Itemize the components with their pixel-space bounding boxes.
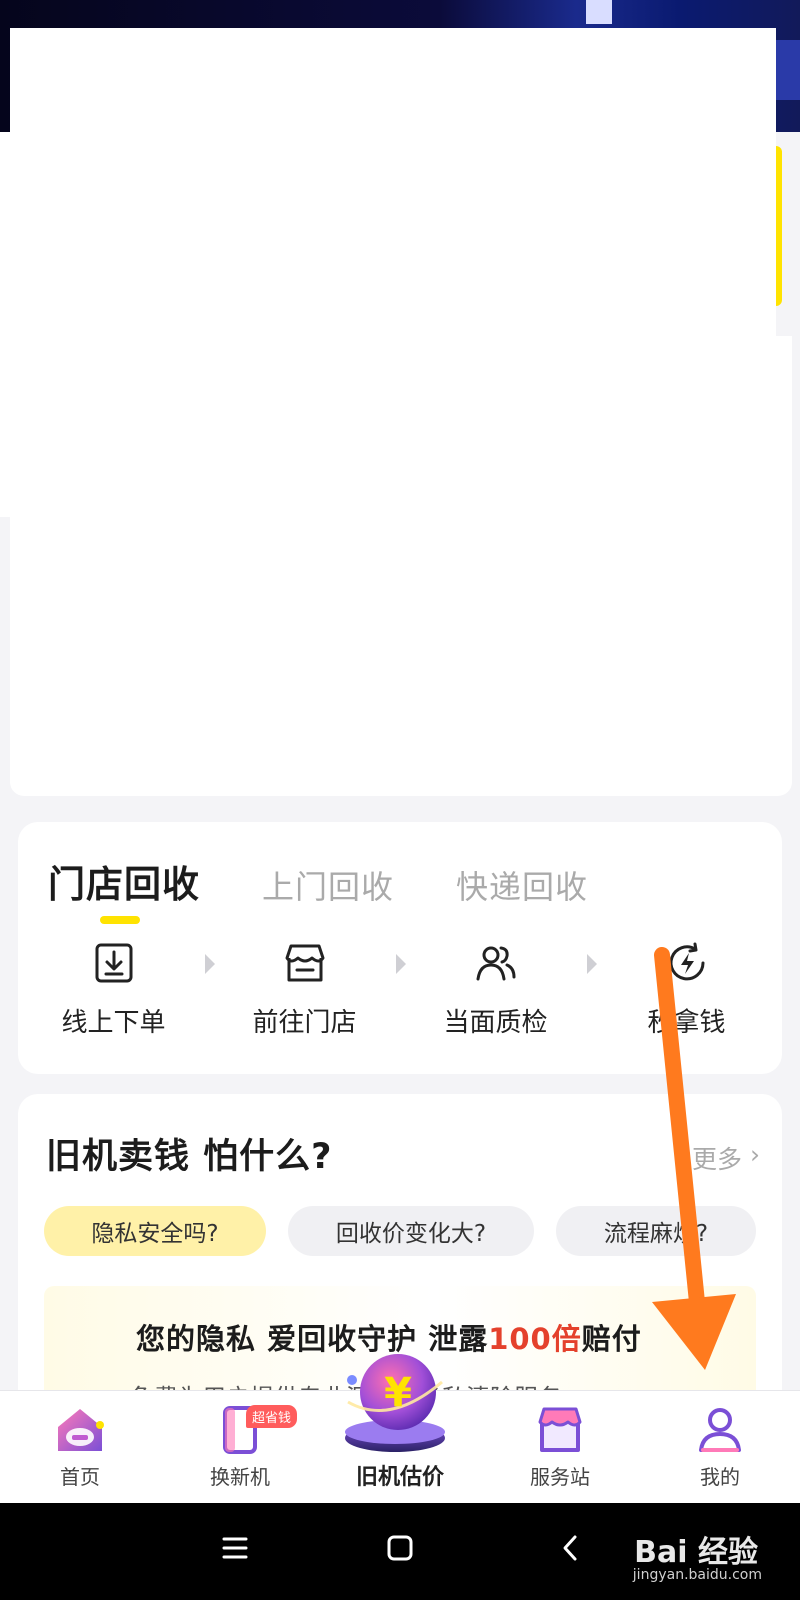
faq-more-link[interactable]: 更多	[692, 1140, 742, 1176]
watermark-brand: Bai 经验	[634, 1535, 758, 1570]
faq-chip-price[interactable]: 回收价变化大?	[288, 1206, 534, 1256]
step-label: 线上下单	[61, 1008, 166, 1038]
content-panel	[0, 132, 30, 517]
step-go-to-store: 前往门店	[209, 940, 406, 1039]
chip-label: 隐私安全吗?	[91, 1221, 219, 1247]
chip-label: 回收价变化大?	[335, 1221, 487, 1247]
store-icon	[530, 1403, 590, 1455]
people-icon	[473, 940, 519, 986]
yellow-edge-accent	[776, 146, 782, 306]
nav-label: 换新机	[210, 1465, 270, 1489]
banner-highlight	[586, 0, 612, 24]
nav-item-home[interactable]: 首页	[10, 1391, 150, 1490]
content-panel	[10, 336, 792, 796]
nav-badge: 超省钱	[246, 1405, 298, 1428]
nav-label: 我的	[700, 1465, 740, 1489]
menu-icon[interactable]	[222, 1533, 248, 1567]
tab-active-indicator	[100, 916, 140, 924]
download-icon	[91, 940, 137, 986]
recycle-tabs: 门店回收 上门回收 快递回收	[48, 854, 650, 924]
content-panel	[10, 28, 776, 338]
faq-title: 旧机卖钱 怕什么?	[46, 1137, 333, 1177]
phone-icon: 超省钱	[210, 1403, 298, 1455]
step-label: 当面质检	[443, 1008, 548, 1038]
lightning-icon	[664, 940, 710, 986]
watermark-domain: jingyan.baidu.com	[632, 1567, 762, 1583]
step-inspection: 当面质检	[400, 940, 597, 1039]
tab-label: 上门回收	[262, 868, 395, 906]
step-online-order: 线上下单	[18, 940, 215, 1039]
chip-label: 流程麻烦?	[603, 1221, 709, 1247]
chevron-right-icon[interactable]: ›	[750, 1140, 760, 1169]
nav-item-mine[interactable]: 我的	[650, 1391, 790, 1490]
nav-label: 服务站	[530, 1465, 590, 1489]
tab-store-recycle[interactable]: 门店回收	[48, 854, 200, 924]
svg-text:¥: ¥	[384, 1370, 412, 1416]
store-icon	[282, 940, 328, 986]
faq-chip-process[interactable]: 流程麻烦?	[556, 1206, 756, 1256]
step-instant-cash: 秒拿钱	[591, 940, 782, 1039]
system-nav-bar: Bai 经验 jingyan.baidu.com	[0, 1503, 800, 1600]
tab-home-pickup[interactable]: 上门回收	[262, 862, 394, 908]
home-button-icon[interactable]	[386, 1533, 414, 1567]
tab-label: 快递回收	[456, 868, 589, 906]
tab-express-recycle[interactable]: 快递回收	[456, 862, 588, 908]
home-icon	[50, 1403, 110, 1455]
tab-label: 门店回收	[48, 863, 200, 906]
nav-label: 首页	[60, 1465, 100, 1489]
nav-item-new-phone[interactable]: 超省钱 换新机	[170, 1391, 310, 1490]
back-icon[interactable]	[560, 1533, 580, 1567]
user-icon	[690, 1403, 750, 1455]
recycle-steps: 线上下单 前往门店 当面质检 秒拿钱	[18, 940, 782, 1039]
recycle-method-card: 门店回收 上门回收 快递回收 线上下单 前往门店 当面质检 秒拿钱	[18, 822, 782, 1074]
nav-label: 旧机估价	[355, 1465, 444, 1490]
yuan-coin-icon[interactable]: ¥	[330, 1340, 460, 1460]
promo-title-highlight: 100倍	[488, 1322, 582, 1356]
step-label: 秒拿钱	[647, 1008, 726, 1038]
faq-chip-privacy[interactable]: 隐私安全吗?	[44, 1206, 266, 1256]
faq-chips: 隐私安全吗? 回收价变化大? 流程麻烦?	[44, 1206, 778, 1256]
promo-title-suffix: 赔付	[581, 1322, 642, 1356]
nav-item-service-station[interactable]: 服务站	[490, 1391, 630, 1490]
step-label: 前往门店	[252, 1008, 357, 1038]
